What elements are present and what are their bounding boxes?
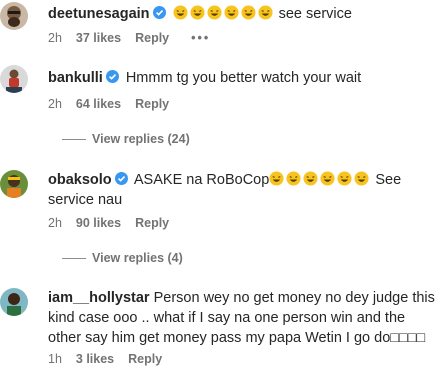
reply-button[interactable]: Reply [135, 31, 169, 45]
laughing-emoji-icon [354, 171, 369, 186]
likes-count[interactable]: 90 likes [76, 216, 121, 230]
comment-meta: 2h 64 likes Reply [48, 96, 183, 112]
laughing-emoji-icon [269, 171, 284, 186]
comment-body: bankulli Hmmm tg you better watch your w… [48, 68, 439, 88]
comment-meta: 2h 90 likes Reply [48, 215, 183, 231]
comment-text: see service [278, 6, 352, 22]
view-replies-button[interactable]: View replies (24) [62, 131, 190, 147]
laughing-emoji-icon [241, 5, 256, 20]
verified-badge-icon [105, 70, 119, 83]
verified-badge-icon [152, 6, 166, 19]
timestamp: 2h [48, 31, 62, 45]
laughing-emoji-icon [337, 171, 352, 186]
comment-body: deetunesagain see service [48, 4, 439, 24]
likes-count[interactable]: 64 likes [76, 97, 121, 111]
avatar[interactable] [0, 2, 28, 30]
timestamp: 2h [48, 97, 62, 111]
avatar[interactable] [0, 288, 28, 316]
laughing-emoji-icon [320, 171, 335, 186]
reply-button[interactable]: Reply [135, 216, 169, 230]
view-replies-button[interactable]: View replies (4) [62, 250, 183, 266]
timestamp: 1h [48, 352, 62, 366]
comment-text: Hmmm tg you better watch your wait [125, 70, 362, 86]
more-options-icon[interactable]: ••• [191, 31, 210, 45]
comment-body: iam__hollystar Person wey no get money n… [48, 288, 439, 348]
view-replies-label: View replies (24) [92, 132, 190, 146]
comment-body: obaksolo ASAKE na RoBoCop See service na… [48, 170, 439, 210]
avatar[interactable] [0, 65, 28, 93]
laughing-emoji-icon [224, 5, 239, 20]
likes-count[interactable]: 37 likes [76, 31, 121, 45]
likes-count[interactable]: 3 likes [76, 352, 114, 366]
view-replies-label: View replies (4) [92, 251, 183, 265]
laughing-emoji-icon [190, 5, 205, 20]
emoji-group [269, 171, 371, 188]
username[interactable]: deetunesagain [48, 6, 150, 22]
laughing-emoji-icon [207, 5, 222, 20]
comment-meta: 2h 37 likes Reply ••• [48, 30, 224, 46]
laughing-emoji-icon [258, 5, 273, 20]
laughing-emoji-icon [173, 5, 188, 20]
comment-meta: 1h 3 likes Reply [48, 351, 176, 367]
verified-badge-icon [114, 172, 128, 185]
avatar[interactable] [0, 170, 28, 198]
username[interactable]: obaksolo [48, 172, 112, 188]
comment-text: ASAKE na RoBoCop [133, 172, 270, 188]
reply-button[interactable]: Reply [128, 352, 162, 366]
laughing-emoji-icon [303, 171, 318, 186]
timestamp: 2h [48, 216, 62, 230]
laughing-emoji-icon [286, 171, 301, 186]
username[interactable]: bankulli [48, 70, 103, 86]
divider [62, 139, 86, 141]
emoji-group [173, 5, 279, 22]
comment-feed: deetunesagain see service 2h 37 likes Repl… [0, 0, 447, 370]
username[interactable]: iam__hollystar [48, 290, 150, 306]
reply-button[interactable]: Reply [135, 97, 169, 111]
divider [62, 258, 86, 260]
